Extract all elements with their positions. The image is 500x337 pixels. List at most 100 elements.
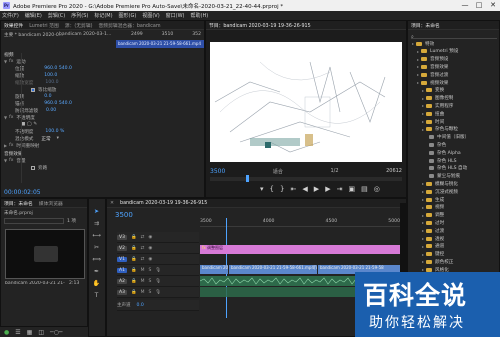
effects-tree-item[interactable]: ▸ 时间 [422,118,444,125]
effects-tree-item[interactable]: ▸ 生成 [422,196,444,203]
disclosure-triangle-icon[interactable]: ▸ [422,228,424,233]
tab-sequence[interactable]: bandicam 2020-03-19 19-36-26-915 [120,201,207,206]
minimize-button[interactable]: — [458,0,472,11]
effects-tree-item[interactable]: ▸ 音频预设 [417,56,448,63]
effects-tree-item[interactable]: ▸ 模糊与锐化 [422,180,458,187]
disclosure-triangle-icon[interactable]: ▸ [422,236,424,241]
selection-tool-icon[interactable]: ➤ [92,208,101,217]
disclosure-triangle-icon[interactable]: ▸ [417,49,419,54]
ec-row-motion[interactable]: ▼fx运动 [4,58,26,65]
disclosure-triangle-icon[interactable]: ▼ [4,59,7,64]
menu-view[interactable]: 视图(V) [142,12,159,19]
step-back-icon[interactable]: ◀ [302,185,307,193]
tab-effect-controls[interactable]: 效果控件 [4,22,23,29]
hand-tool-icon[interactable]: ✋ [92,280,101,289]
tab-project-bin[interactable]: 项目：未命名 [4,200,33,207]
disclosure-triangle-icon[interactable]: ▸ [422,103,424,108]
v1-clip[interactable]: bandicam 2020-03-21 21-59-58-661.mp4[V] [200,265,228,274]
freeform-view-icon[interactable]: ◫ [38,329,44,336]
mark-in-icon[interactable]: { [270,185,274,193]
effects-tree-item[interactable]: 中间值（旧版） [427,134,469,141]
menu-sequence[interactable]: 序列(S) [71,12,88,19]
disclosure-triangle-icon[interactable]: ▸ [422,189,424,194]
tab-source[interactable]: 源：(无剪辑) [65,22,93,29]
ec-row-volume[interactable]: ▼fx音量 [4,157,26,164]
effects-tree-item[interactable]: ▸ 颜色校正 [422,258,453,265]
menu-graphics[interactable]: 图形(G) [119,12,137,19]
disclosure-triangle-icon[interactable]: ▸ [422,96,424,101]
disclosure-triangle-icon[interactable]: ▸ [417,72,419,77]
go-to-in-icon[interactable]: ⇤ [291,185,297,193]
effects-tree-item[interactable]: ▸ 沉浸式视频 [422,188,458,195]
tab-lumetri-scopes[interactable]: Lumetri 范围 [29,22,59,29]
track-header-a3[interactable]: A3 🔒 M S 🎙 [117,287,199,298]
menu-file[interactable]: 文件(F) [2,12,19,19]
effects-tree-item[interactable]: 杂色 Alpha [427,149,461,156]
ec-timecode[interactable]: 00:00:02:05 [4,189,41,196]
ec-row-opacity-section[interactable]: ▼ fx 不透明度 [4,114,35,121]
write-lock-icon[interactable]: ● [4,329,9,336]
track-header-v1[interactable]: V1 🔒 ⇄ ◉ [117,254,199,265]
disclosure-triangle-icon[interactable]: ▸ [422,181,424,186]
pen-tool-icon[interactable]: ✒ [92,268,101,277]
effects-tree-item[interactable]: ▸ 视频 [422,204,444,211]
effects-tree-item[interactable]: ▸ 键控 [422,251,444,258]
ec-row-anchor[interactable]: 锚点 960.0 540.0 [15,100,72,107]
clip-name[interactable]: bandicam 2020-03-21 21-59-58-661 [5,281,65,286]
disclosure-triangle-icon[interactable]: ▸ [422,252,424,257]
timeline-close-icon[interactable]: ✕ [110,201,114,206]
effects-tree-item[interactable]: 杂色 [427,141,446,148]
program-video-frame[interactable] [210,42,402,162]
playhead-icon[interactable] [246,175,249,182]
track-header-a2[interactable]: A2 🔒 M S 🎙 [117,276,199,287]
go-to-out-icon[interactable]: ⇥ [337,185,343,193]
bin-search-input[interactable] [4,218,64,224]
effects-tree-item[interactable]: ▸ 透视 [422,235,444,242]
effects-tree-item[interactable]: ▸ 杂色与颗粒 [422,126,458,133]
disclosure-triangle-icon[interactable]: ▸ [422,197,424,202]
ec-clip-bar[interactable]: bandicam 2020-03-21 21-59-58-661.mp4 [116,40,204,48]
ec-row-opacity[interactable]: 不透明度 100.0 % [15,128,64,135]
razor-tool-icon[interactable]: ✂ [92,244,101,253]
effects-tree-item[interactable]: ▸ 通道 [422,243,444,250]
effects-tree-item[interactable]: ▸ 扭曲 [422,110,444,117]
menu-window[interactable]: 窗口(W) [166,12,185,19]
track-header-master[interactable]: 主声道 0.0 [117,300,199,311]
timeline-ruler[interactable]: 3500 4000 4500 5000 [200,219,400,227]
menu-clip[interactable]: 剪辑(C) [48,12,65,19]
effects-tree-item[interactable]: ▸ 变换 [422,87,444,94]
effects-tree-item[interactable]: 蒙尘与划痕 [427,173,460,180]
disclosure-triangle-icon[interactable]: ▸ [422,127,424,132]
menu-marker[interactable]: 标记(M) [94,12,112,19]
ec-row-uniform-scale[interactable]: 等比缩放 [31,86,56,93]
track-header-v3[interactable]: V3 🔒 ⇄ ◉ [117,232,199,243]
effects-tree-item[interactable]: 杂色 HLS 自动 [427,165,467,172]
tab-audio-clip-mixer[interactable]: 音频剪辑混合器：bandicam [99,22,161,29]
step-forward-icon[interactable]: ▶ [325,185,330,193]
effects-tree-item[interactable]: ▸ 视频效果 [417,79,448,86]
adjustment-layer-clip[interactable]: fx 调整图层 [200,245,400,254]
effects-tree-item[interactable]: 杂色 HLS [427,157,457,164]
effects-tree-item[interactable]: ▸ 过时 [422,219,444,226]
clip-thumbnail[interactable] [5,229,85,279]
tab-project[interactable]: 项目：未命名 [411,22,440,29]
slip-tool-icon[interactable]: ⟺ [92,256,101,265]
menu-help[interactable]: 帮助(H) [191,12,209,19]
effects-search-input[interactable]: ⌕ [411,33,497,40]
disclosure-triangle-icon[interactable]: ▸ [417,80,419,85]
effects-tree-item[interactable]: ▸ 调整 [422,212,444,219]
mark-out-icon[interactable]: } [280,185,284,193]
icon-view-icon[interactable]: ▦ [27,329,33,336]
effects-tree-item[interactable]: ▸ 过渡 [422,227,444,234]
disclosure-triangle-icon[interactable]: ▸ [422,88,424,93]
close-button[interactable]: ✕ [486,0,500,11]
disclosure-triangle-icon[interactable]: ▸ [412,41,414,46]
ec-row-mask-tools[interactable]: ■ ◯ ✎ [21,121,37,128]
resolution-dropdown[interactable]: 1/2 [330,168,338,174]
disclosure-triangle-icon[interactable]: ▸ [422,205,424,210]
ripple-edit-tool-icon[interactable]: ⟷ [92,232,101,241]
v1-clip[interactable]: bandicam 2020-03-21 21-59-58-661.mp4[V] [229,265,317,274]
lift-icon[interactable]: ▣ [349,185,356,193]
checkbox-icon[interactable] [31,165,35,170]
disclosure-triangle-icon[interactable]: ▸ [422,220,424,225]
